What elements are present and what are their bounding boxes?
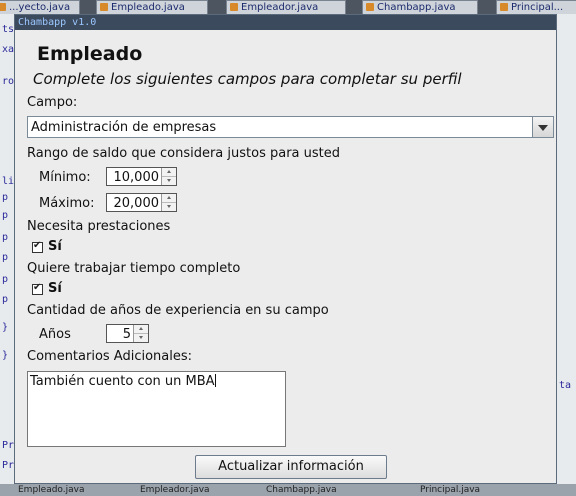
ide-code-fragment: xa (2, 44, 15, 55)
salary-range-label: Rango de saldo que considera justos para… (27, 146, 341, 161)
max-salary-spinner[interactable]: 20,000 (106, 193, 177, 212)
comments-label: Comentarios Adicionales: (27, 349, 193, 364)
window-title: Chambapp v1.0 (18, 17, 97, 28)
ide-tab[interactable]: Principal... (496, 0, 576, 14)
spinner-arrows (161, 194, 176, 211)
benefits-checkbox-label[interactable]: Sí (48, 239, 62, 254)
fulltime-label: Quiere trabajar tiempo completo (27, 261, 241, 276)
ide-code-fragment: p (2, 232, 9, 243)
spinner-down-icon[interactable] (162, 203, 176, 211)
dialog-title-bar[interactable]: Chambapp v1.0 (15, 15, 556, 30)
spinner-up-icon[interactable] (162, 194, 176, 203)
fulltime-checkbox[interactable] (32, 282, 43, 295)
experience-label: Cantidad de años de experiencia en su ca… (27, 303, 329, 318)
ide-code-fragment: ro (2, 76, 15, 87)
ide-code-fragment: p (2, 210, 9, 221)
benefits-checkbox[interactable] (32, 240, 43, 253)
years-value: 5 (122, 327, 131, 342)
ide-code-fragment: } (2, 322, 9, 333)
ide-code-fragment: p (2, 294, 9, 305)
ide-bottom-tab[interactable]: Empleado.java (18, 484, 85, 496)
ide-tab[interactable]: ...yecto.java (0, 0, 80, 14)
ide-tab[interactable]: Empleador.java (226, 0, 346, 14)
campo-label: Campo: (27, 95, 78, 110)
ide-code-fragment: } (2, 350, 9, 361)
page-title: Empleado (37, 43, 143, 65)
ide-bottom-tab-bar: Empleado.java Empleador.java Chambapp.ja… (0, 484, 576, 496)
update-info-button[interactable]: Actualizar información (195, 455, 387, 479)
text-caret (214, 374, 216, 387)
years-label: Años (39, 327, 71, 342)
comments-text: También cuento con un MBA (30, 374, 215, 389)
spinner-arrows (133, 325, 148, 342)
comments-textarea[interactable]: También cuento con un MBA (27, 371, 286, 447)
max-salary-value: 20,000 (113, 196, 160, 211)
max-salary-label: Máximo: (39, 196, 95, 211)
min-salary-label: Mínimo: (39, 170, 91, 185)
ide-tab-bar: ...yecto.java Empleado.java Empleador.ja… (0, 0, 576, 14)
ide-bottom-tab[interactable]: Empleador.java (140, 484, 210, 496)
ide-code-fragment: p (2, 274, 9, 285)
spinner-down-icon[interactable] (162, 177, 176, 185)
ide-tab[interactable]: Chambapp.java (362, 0, 478, 14)
ide-code-fragment: li (2, 176, 15, 187)
ide-bottom-tab[interactable]: Chambapp.java (266, 484, 337, 496)
ide-tab[interactable]: Empleado.java (96, 0, 208, 14)
spinner-arrows (161, 168, 176, 185)
page-subtitle: Complete los siguientes campos para comp… (33, 70, 462, 88)
chevron-down-icon[interactable] (532, 117, 553, 137)
spinner-up-icon[interactable] (162, 168, 176, 177)
ide-code-fragment: p (2, 252, 9, 263)
benefits-label: Necesita prestaciones (27, 219, 171, 234)
min-salary-value: 10,000 (113, 170, 160, 185)
ide-code-fragment: p (2, 192, 9, 203)
years-spinner[interactable]: 5 (106, 324, 149, 343)
employee-dialog: Chambapp v1.0 Empleado Complete los sigu… (14, 14, 557, 484)
ide-code-fragment: ts (2, 24, 15, 35)
fulltime-checkbox-label[interactable]: Sí (48, 281, 62, 296)
campo-selected-value: Administración de empresas (31, 120, 217, 135)
spinner-down-icon[interactable] (134, 334, 148, 342)
campo-dropdown[interactable]: Administración de empresas (27, 116, 554, 138)
min-salary-spinner[interactable]: 10,000 (106, 167, 177, 186)
ide-editor-right-edge: ta (557, 14, 576, 484)
ide-code-fragment: ta (559, 380, 572, 391)
spinner-up-icon[interactable] (134, 325, 148, 334)
ide-bottom-tab[interactable]: Principal.java (420, 484, 480, 496)
